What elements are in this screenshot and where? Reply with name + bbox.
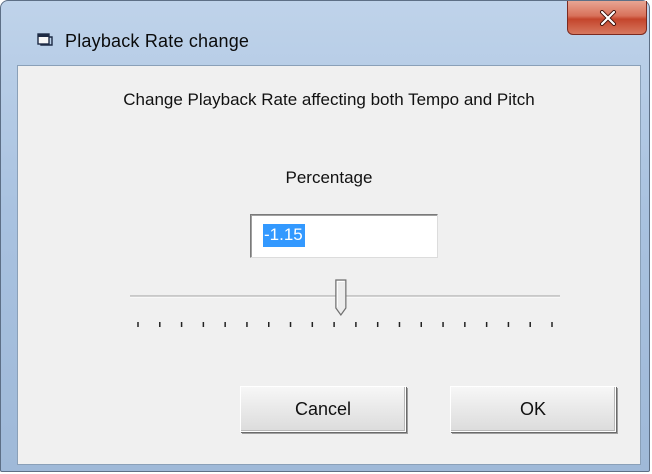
cancel-button[interactable]: Cancel — [240, 386, 406, 432]
percentage-input[interactable]: -1.15 — [250, 214, 438, 258]
window-title: Playback Rate change — [65, 31, 250, 51]
slider-thumb[interactable] — [335, 279, 347, 317]
dialog-window: Playback Rate change Change Playback Rat… — [0, 0, 650, 472]
close-icon — [600, 10, 616, 26]
dialog-description: Change Playback Rate affecting both Temp… — [123, 90, 535, 109]
close-button[interactable] — [567, 1, 647, 35]
percentage-value: -1.15 — [263, 224, 305, 247]
rate-slider[interactable] — [128, 278, 562, 340]
percentage-label: Percentage — [285, 168, 373, 187]
ok-button[interactable]: OK — [450, 386, 616, 432]
title-bar[interactable]: Playback Rate change — [1, 1, 649, 51]
dialog-window-icon — [37, 31, 53, 47]
dialog-body: Change Playback Rate affecting both Temp… — [17, 65, 641, 465]
